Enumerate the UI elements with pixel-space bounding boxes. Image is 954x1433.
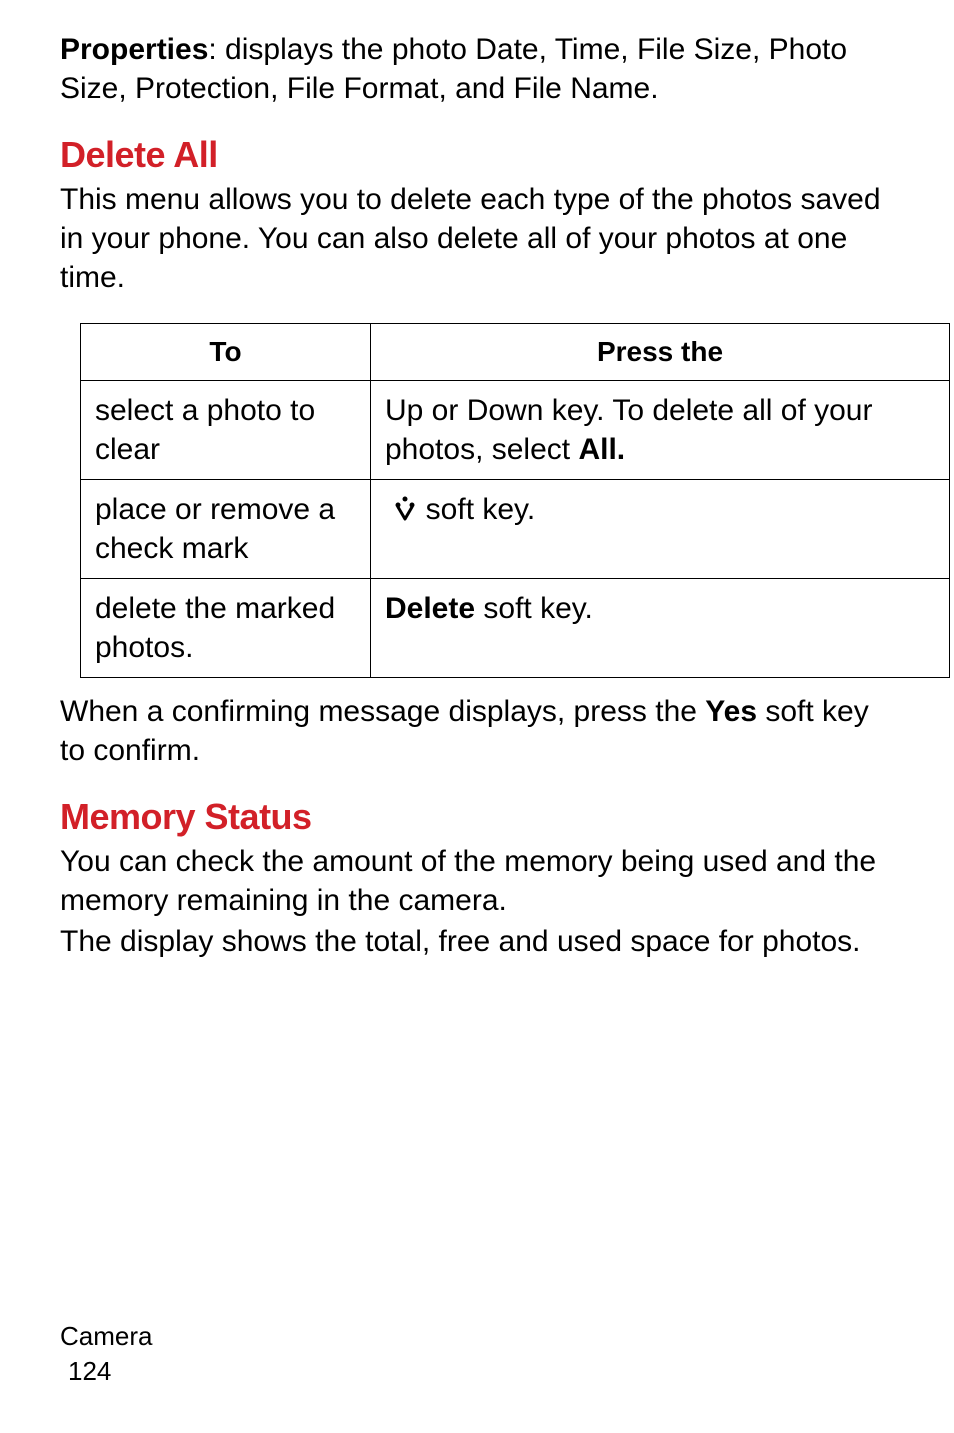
table-row: delete the marked photos. Delete soft ke…	[81, 579, 950, 678]
properties-label: Properties	[60, 33, 208, 66]
table-row: place or remove a check mark soft key.	[81, 480, 950, 579]
cell-bold: Delete	[385, 592, 475, 625]
cell-text: Up or Down key. To delete all of your ph…	[385, 394, 872, 466]
footer-page-number: 124	[68, 1354, 152, 1389]
cell-to: place or remove a check mark	[81, 480, 371, 579]
memory-status-para1: You can check the amount of the memory b…	[60, 842, 894, 920]
table-head-to: To	[81, 324, 371, 381]
delete-all-paragraph: This menu allows you to delete each type…	[60, 180, 894, 297]
table-head-press: Press the	[371, 324, 950, 381]
after-prefix: When a confirming message displays, pres…	[60, 695, 705, 728]
after-bold: Yes	[705, 695, 757, 728]
cell-text: soft key.	[417, 493, 535, 526]
page-footer: Camera 124	[60, 1319, 152, 1389]
footer-section: Camera	[60, 1319, 152, 1354]
cell-press: Delete soft key.	[371, 579, 950, 678]
softkey-icon	[393, 494, 417, 522]
cell-press: soft key.	[371, 480, 950, 579]
properties-paragraph: Properties: displays the photo Date, Tim…	[60, 30, 894, 108]
delete-all-heading: Delete All	[60, 134, 894, 176]
delete-all-table: To Press the select a photo to clear Up …	[80, 323, 950, 678]
cell-text: soft key.	[475, 592, 593, 625]
cell-bold: All.	[578, 433, 625, 466]
cell-press: Up or Down key. To delete all of your ph…	[371, 381, 950, 480]
cell-to: delete the marked photos.	[81, 579, 371, 678]
table-row: select a photo to clear Up or Down key. …	[81, 381, 950, 480]
memory-status-heading: Memory Status	[60, 796, 894, 838]
memory-status-para2: The display shows the total, free and us…	[60, 922, 894, 961]
cell-to: select a photo to clear	[81, 381, 371, 480]
delete-all-after: When a confirming message displays, pres…	[60, 692, 894, 770]
